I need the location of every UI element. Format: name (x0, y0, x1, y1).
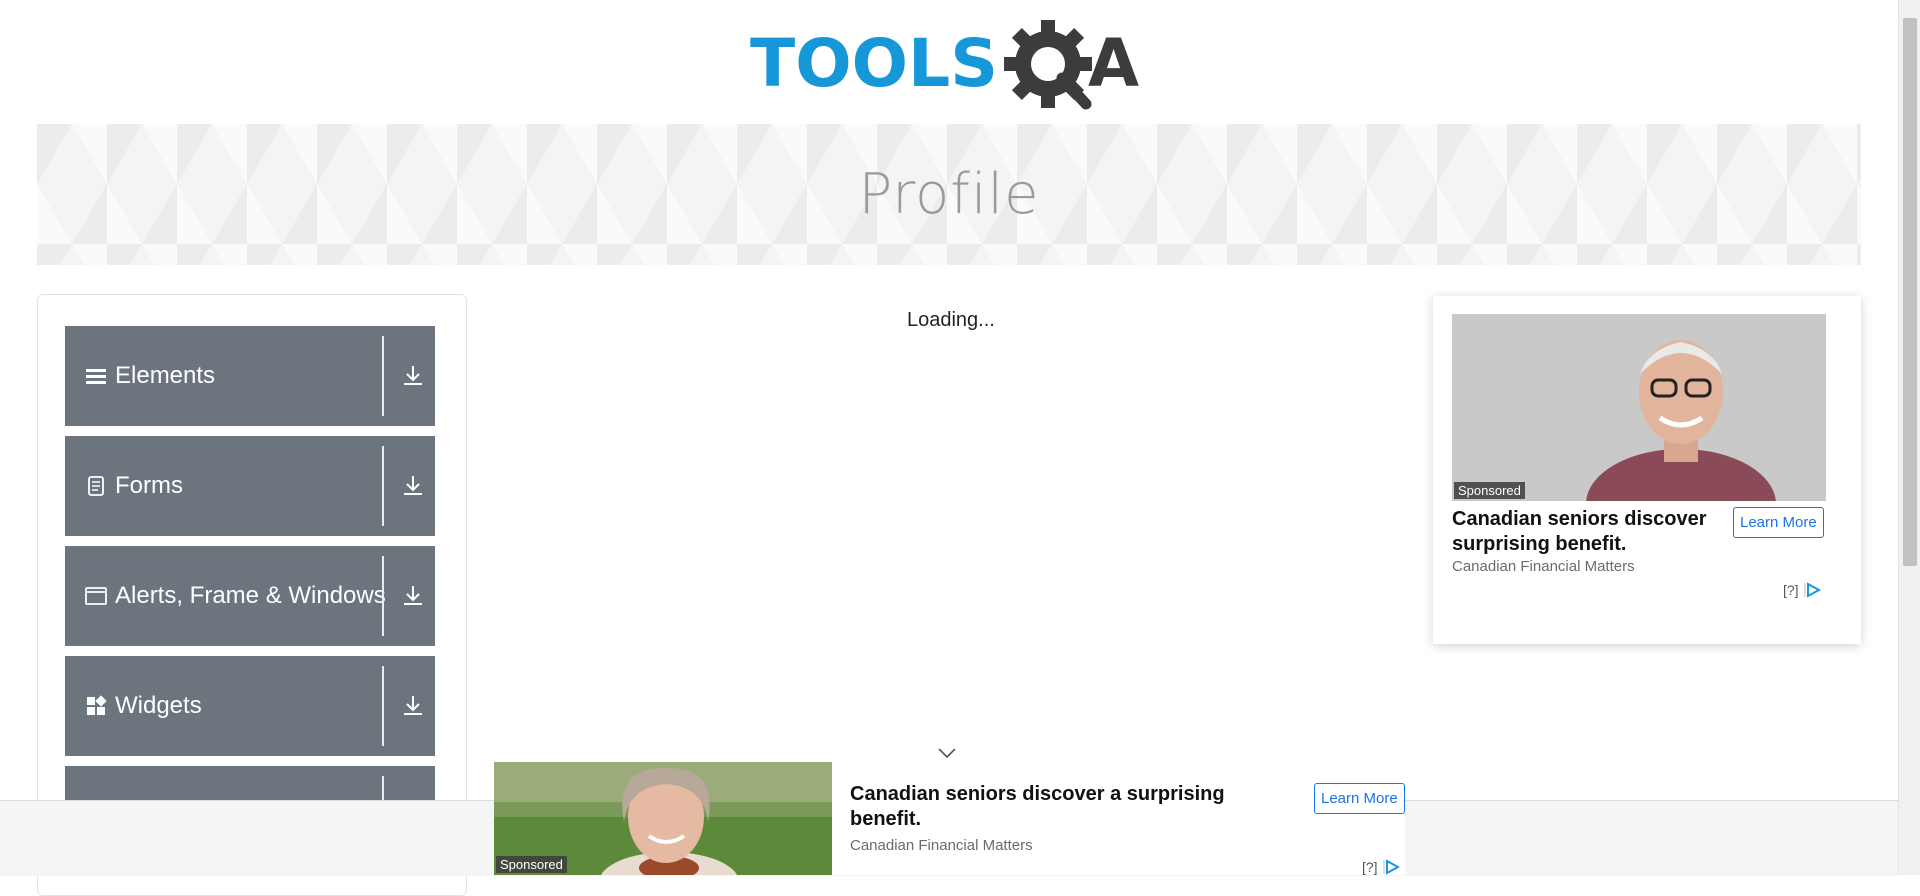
sidebar-item-label: Elements (115, 362, 216, 389)
sidebar-item-label: Alerts, Frame & Windows (115, 582, 386, 609)
ad-image[interactable]: Sponsored (494, 762, 832, 875)
sidebar-item-elements[interactable]: Elements (65, 326, 435, 426)
adchoices-label: [?] (1362, 859, 1378, 875)
ad-source[interactable]: Canadian Financial Matters (850, 837, 1033, 854)
learn-more-button[interactable]: Learn More (1314, 783, 1405, 814)
adchoices-icon (1804, 582, 1821, 598)
logo-text-tools: TOOLS (750, 25, 998, 102)
page-title: Profile (858, 162, 1040, 227)
sidebar-item-label: Widgets (115, 692, 202, 719)
sidebar-item-label: Forms (115, 472, 183, 499)
bottom-ad[interactable]: Sponsored Canadian seniors discover a su… (494, 762, 1405, 875)
download-icon[interactable] (402, 364, 424, 388)
divider (382, 666, 384, 746)
chevron-down-icon[interactable] (937, 746, 957, 760)
logo-text-a: A (1088, 25, 1139, 102)
ad-source[interactable]: Canadian Financial Matters (1452, 558, 1635, 575)
widgets-icon (87, 695, 107, 715)
learn-more-button[interactable]: Learn More (1733, 507, 1824, 538)
adchoices-icon (1383, 859, 1400, 875)
toolsqa-logo[interactable]: TOOLS A (750, 18, 1154, 114)
download-icon[interactable] (402, 584, 424, 608)
sponsored-tag: Sponsored (1454, 482, 1525, 499)
sidebar-item-alerts-frame-windows[interactable]: Alerts, Frame & Windows (65, 546, 435, 646)
scrollbar-thumb[interactable] (1903, 18, 1917, 566)
loading-text: Loading... (907, 309, 995, 331)
divider (382, 446, 384, 526)
sidebar-item-widgets[interactable]: Widgets (65, 656, 435, 756)
download-icon[interactable] (402, 474, 424, 498)
download-icon[interactable] (402, 694, 424, 718)
adchoices-label: [?] (1783, 582, 1799, 598)
ad-title[interactable]: Canadian seniors discover a surprising b… (850, 782, 1250, 832)
right-ad[interactable]: Sponsored Canadian seniors discover surp… (1433, 296, 1861, 644)
divider (382, 336, 384, 416)
ad-image[interactable]: Sponsored (1452, 314, 1826, 501)
adchoices[interactable]: [?] (1362, 859, 1400, 875)
document-icon (88, 476, 104, 496)
sponsored-tag: Sponsored (496, 856, 567, 873)
page-scrollbar[interactable] (1898, 0, 1920, 875)
hamburger-icon (86, 369, 106, 384)
page-banner: Profile (37, 124, 1861, 265)
sidebar-item-forms[interactable]: Forms (65, 436, 435, 536)
ad-title[interactable]: Canadian seniors discover surprising ben… (1452, 507, 1722, 557)
senior-man-photo (1452, 314, 1826, 501)
gear-icon (1004, 20, 1092, 110)
header: TOOLS A (0, 0, 1898, 122)
window-icon (85, 587, 107, 605)
adchoices[interactable]: [?] (1783, 582, 1821, 598)
divider (382, 556, 384, 636)
